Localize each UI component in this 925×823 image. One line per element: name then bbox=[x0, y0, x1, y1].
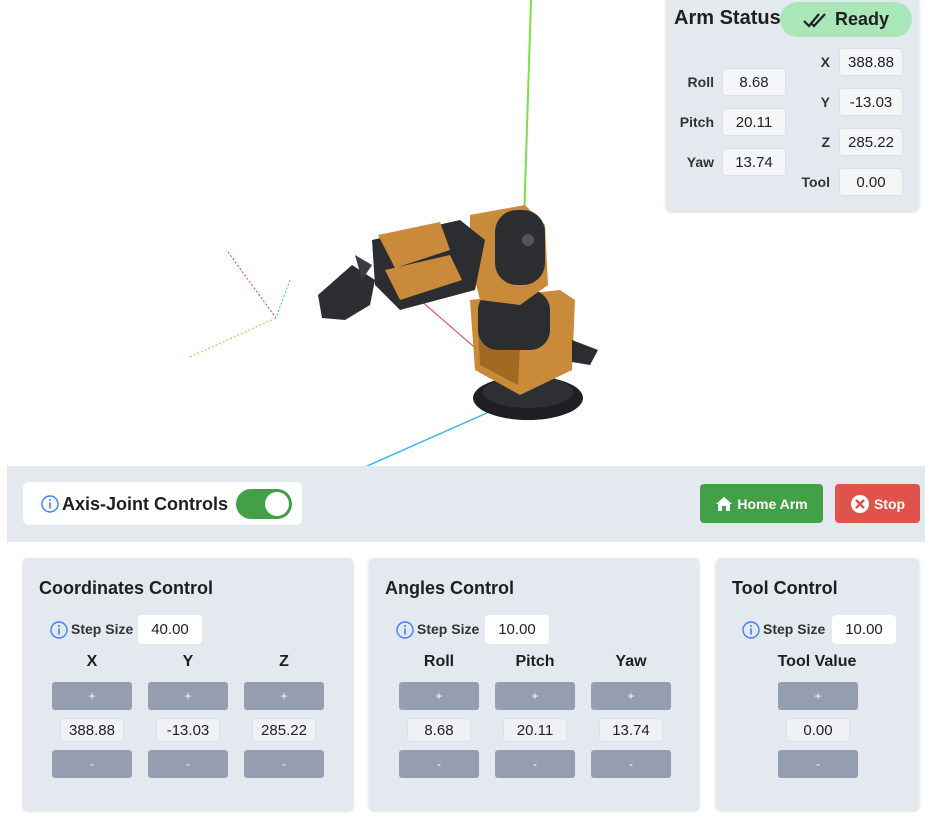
z-value: 285.22 bbox=[839, 128, 903, 156]
step-size-label: Step Size bbox=[417, 621, 480, 637]
tool-control-title: Tool Control bbox=[732, 578, 838, 598]
info-icon[interactable] bbox=[41, 495, 59, 513]
stop-label: Stop bbox=[873, 495, 906, 512]
z-axis-line bbox=[366, 404, 506, 466]
ghost-y-axis bbox=[189, 317, 277, 358]
elbow-joint bbox=[495, 210, 545, 285]
arm-status-panel: Arm Status Ready Roll 8.68 Pitch 20.11 Y… bbox=[666, 0, 919, 211]
tool-control-panel: Tool Control Step Size 10.00 Tool Value … bbox=[716, 558, 919, 810]
x-minus-button[interactable]: - bbox=[52, 750, 132, 778]
pitch-plus-button[interactable]: + bbox=[495, 682, 575, 710]
info-icon[interactable] bbox=[50, 621, 68, 639]
stop-button[interactable]: Stop bbox=[835, 484, 920, 523]
z-minus-button[interactable]: - bbox=[244, 750, 324, 778]
pitch-value: 20.11 bbox=[722, 108, 786, 136]
tool-label: Tool bbox=[801, 174, 830, 190]
ghost-x-axis bbox=[227, 251, 277, 319]
roll-label: Roll bbox=[687, 74, 714, 90]
y-minus-button[interactable]: - bbox=[148, 750, 228, 778]
coordinates-control-panel: Coordinates Control Step Size 40.00 X + … bbox=[23, 558, 353, 810]
pitch-value: 20.11 bbox=[503, 718, 567, 742]
toggle-knob bbox=[265, 492, 289, 516]
y-value: -13.03 bbox=[839, 88, 903, 116]
step-size-label: Step Size bbox=[71, 621, 134, 637]
x-column-head: X bbox=[86, 653, 98, 670]
angles-control-title: Angles Control bbox=[385, 578, 514, 598]
angles-control-panel: Angles Control Step Size 10.00 Roll + 8.… bbox=[369, 558, 699, 810]
yaw-plus-button[interactable]: + bbox=[591, 682, 671, 710]
y-value: -13.03 bbox=[156, 718, 220, 742]
close-circle-icon bbox=[850, 494, 869, 513]
y-column-head: Y bbox=[182, 653, 194, 670]
tool-value-column-head: Tool Value bbox=[777, 653, 857, 670]
y-plus-button[interactable]: + bbox=[148, 682, 228, 710]
roll-value: 8.68 bbox=[407, 718, 471, 742]
ghost-z-axis bbox=[275, 279, 291, 319]
home-icon bbox=[716, 496, 733, 511]
arm-status-title: Arm Status bbox=[674, 7, 781, 29]
controls-bar: Axis-Joint Controls Home Arm Stop bbox=[7, 466, 925, 542]
yaw-minus-button[interactable]: - bbox=[591, 750, 671, 778]
tool-minus-button[interactable]: - bbox=[778, 750, 858, 778]
status-badge: Ready bbox=[780, 2, 912, 37]
x-value: 388.88 bbox=[60, 718, 124, 742]
info-icon[interactable] bbox=[742, 621, 760, 639]
axis-joint-toggle-card: Axis-Joint Controls bbox=[23, 482, 302, 525]
y-label: Y bbox=[820, 94, 830, 110]
pitch-column-head: Pitch bbox=[515, 653, 555, 670]
double-check-icon bbox=[803, 12, 826, 28]
tool-value: 0.00 bbox=[786, 718, 850, 742]
coordinates-control-title: Coordinates Control bbox=[39, 578, 213, 598]
home-arm-label: Home Arm bbox=[737, 495, 808, 512]
roll-minus-button[interactable]: - bbox=[399, 750, 479, 778]
pitch-minus-button[interactable]: - bbox=[495, 750, 575, 778]
x-label: X bbox=[820, 54, 830, 70]
home-arm-button[interactable]: Home Arm bbox=[700, 484, 823, 523]
axis-joint-toggle[interactable] bbox=[236, 489, 292, 519]
z-value: 285.22 bbox=[252, 718, 316, 742]
tool-step-size-input[interactable]: 10.00 bbox=[832, 615, 896, 644]
roll-plus-button[interactable]: + bbox=[399, 682, 479, 710]
z-column-head: Z bbox=[279, 653, 289, 670]
tool-value: 0.00 bbox=[839, 168, 903, 196]
step-size-label: Step Size bbox=[763, 621, 826, 637]
axis-joint-controls-label: Axis-Joint Controls bbox=[62, 494, 229, 514]
z-plus-button[interactable]: + bbox=[244, 682, 324, 710]
tool-plus-button[interactable]: + bbox=[778, 682, 858, 710]
z-label: Z bbox=[821, 134, 830, 150]
yaw-column-head: Yaw bbox=[615, 653, 647, 670]
roll-column-head: Roll bbox=[423, 653, 455, 670]
coords-step-size-input[interactable]: 40.00 bbox=[138, 615, 202, 644]
info-icon[interactable] bbox=[396, 621, 414, 639]
pitch-label: Pitch bbox=[679, 114, 714, 130]
x-value: 388.88 bbox=[839, 48, 903, 76]
roll-value: 8.68 bbox=[722, 68, 786, 96]
x-plus-button[interactable]: + bbox=[52, 682, 132, 710]
yaw-value: 13.74 bbox=[599, 718, 663, 742]
angles-step-size-input[interactable]: 10.00 bbox=[485, 615, 549, 644]
yaw-value: 13.74 bbox=[722, 148, 786, 176]
status-badge-text: Ready bbox=[834, 9, 890, 29]
yaw-label: Yaw bbox=[686, 154, 714, 170]
